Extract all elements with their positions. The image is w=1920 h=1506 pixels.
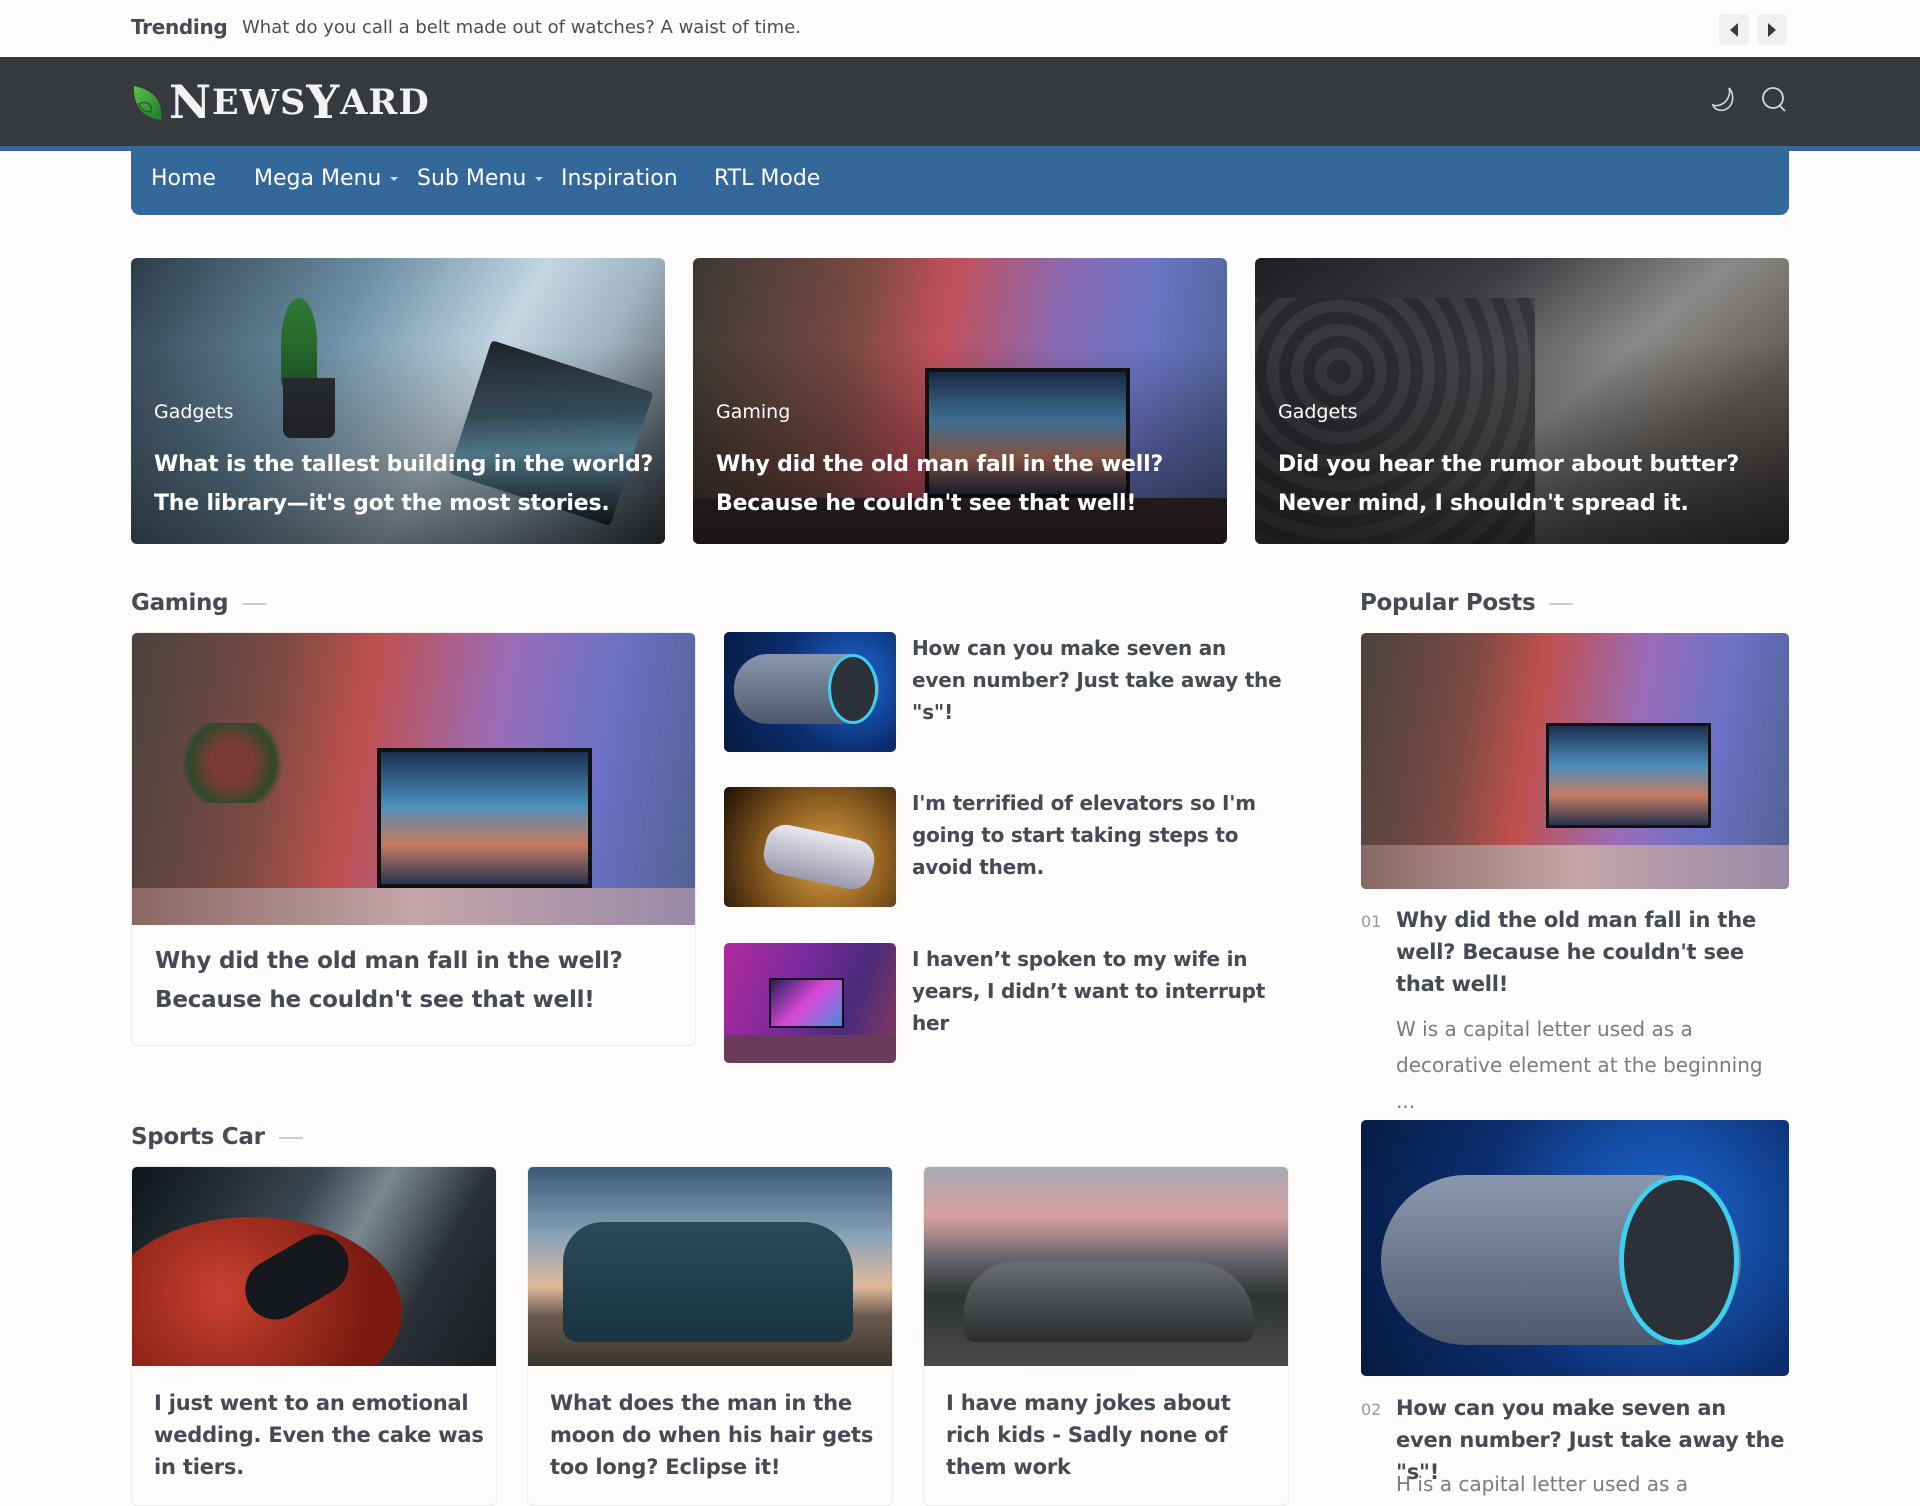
featured-image xyxy=(132,633,695,925)
moon-icon[interactable] xyxy=(1710,85,1740,115)
post-rank: 01 xyxy=(1361,912,1382,931)
car-body-image xyxy=(563,1222,853,1342)
sports-card-title[interactable]: I just went to an emotional wedding. Eve… xyxy=(154,1387,484,1483)
desk-image xyxy=(724,1035,896,1063)
heading-divider xyxy=(242,602,267,605)
site-logo[interactable]: N EWS Y ARD xyxy=(131,77,430,127)
logo-text-ews: EWS xyxy=(212,81,307,123)
nav-label: Home xyxy=(151,166,216,191)
sports-card[interactable]: What does the man in the moon do when hi… xyxy=(527,1166,893,1506)
monitor-image xyxy=(377,748,592,888)
logo-text-n: N xyxy=(169,75,213,129)
nav-label: RTL Mode xyxy=(714,166,821,191)
hero-title[interactable]: What is the tallest building in the worl… xyxy=(154,445,654,523)
nav-label: Sub Menu xyxy=(417,166,527,191)
caret-right-icon xyxy=(1768,22,1776,37)
nav-label: Inspiration xyxy=(561,166,678,191)
hero-title[interactable]: Did you hear the rumor about butter? Nev… xyxy=(1278,445,1778,523)
controller-image xyxy=(760,821,878,893)
caret-left-icon xyxy=(1730,22,1738,37)
section-heading-sports-car: Sports Car xyxy=(131,1124,303,1150)
leaf-logo-icon xyxy=(133,86,162,120)
popular-post-excerpt: H is a capital letter used as a xyxy=(1396,1472,1689,1496)
nav-item-home[interactable]: Home xyxy=(151,166,216,191)
main-nav: Home Mega Menu Sub Menu Inspiration RTL … xyxy=(131,146,1789,215)
list-item-title[interactable]: How can you make seven an even number? J… xyxy=(912,632,1282,728)
car-body-image xyxy=(964,1262,1254,1342)
list-item-title[interactable]: I'm terrified of elevators so I'm going … xyxy=(912,787,1282,883)
hero-category[interactable]: Gadgets xyxy=(1278,401,1358,423)
section-title: Gaming xyxy=(131,590,229,616)
sports-card-title[interactable]: What does the man in the moon do when hi… xyxy=(550,1387,880,1483)
section-heading-popular: Popular Posts xyxy=(1360,590,1574,616)
list-thumbnail[interactable] xyxy=(724,943,896,1063)
trending-headline[interactable]: What do you call a belt made out of watc… xyxy=(242,17,801,38)
list-thumbnail[interactable] xyxy=(724,787,896,907)
hero-card[interactable]: Gadgets Did you hear the rumor about but… xyxy=(1255,258,1789,544)
sports-card[interactable]: I have many jokes about rich kids - Sadl… xyxy=(923,1166,1289,1506)
hero-category[interactable]: Gaming xyxy=(716,401,790,423)
nav-label: Mega Menu xyxy=(254,166,382,191)
hero-category[interactable]: Gadgets xyxy=(154,401,234,423)
popular-image[interactable] xyxy=(1361,633,1789,889)
gaming-setup-image xyxy=(769,978,844,1028)
trending-prev-button[interactable] xyxy=(1719,14,1749,45)
car-image xyxy=(924,1167,1288,1366)
section-heading-gaming: Gaming xyxy=(131,590,267,616)
trending-bar: Trending What do you call a belt made ou… xyxy=(0,0,1920,56)
nav-item-sub-menu[interactable]: Sub Menu xyxy=(417,166,544,191)
trending-label: Trending xyxy=(131,15,228,39)
post-rank: 02 xyxy=(1361,1400,1382,1419)
speaker-ring-image xyxy=(828,654,878,724)
heading-divider xyxy=(278,1136,303,1139)
chevron-down-icon xyxy=(535,177,544,181)
hero-card[interactable]: Gaming Why did the old man fall in the w… xyxy=(693,258,1227,544)
nav-item-rtl-mode[interactable]: RTL Mode xyxy=(714,166,820,191)
desk-image xyxy=(132,888,695,925)
popular-image[interactable] xyxy=(1361,1120,1789,1376)
section-title: Sports Car xyxy=(131,1124,265,1150)
nav-item-mega-menu[interactable]: Mega Menu xyxy=(254,166,399,191)
search-icon[interactable] xyxy=(1760,85,1790,115)
desk-image xyxy=(1361,845,1789,889)
hero-card[interactable]: Gadgets What is the tallest building in … xyxy=(131,258,665,544)
section-title: Popular Posts xyxy=(1360,590,1536,616)
logo-text-ard: ARD xyxy=(340,81,430,123)
popular-post-title[interactable]: Why did the old man fall in the well? Be… xyxy=(1396,904,1786,1000)
gaming-featured-card[interactable]: Why did the old man fall in the well? Be… xyxy=(131,632,696,1046)
speaker-ring-image xyxy=(1619,1175,1739,1345)
car-image xyxy=(132,1167,496,1366)
logo-text-y: Y xyxy=(306,75,341,129)
heading-divider xyxy=(1549,602,1574,605)
chevron-down-icon xyxy=(390,177,399,181)
nav-item-inspiration[interactable]: Inspiration xyxy=(561,166,678,191)
site-header: N EWS Y ARD xyxy=(0,57,1920,151)
list-thumbnail[interactable] xyxy=(724,632,896,752)
hero-title[interactable]: Why did the old man fall in the well? Be… xyxy=(716,445,1216,523)
sports-card[interactable]: I just went to an emotional wedding. Eve… xyxy=(131,1166,497,1506)
car-image xyxy=(528,1167,892,1366)
list-item-title[interactable]: I haven’t spoken to my wife in years, I … xyxy=(912,943,1282,1039)
trending-next-button[interactable] xyxy=(1757,14,1787,45)
featured-title[interactable]: Why did the old man fall in the well? Be… xyxy=(155,942,675,1020)
popular-post-excerpt: W is a capital letter used as a decorati… xyxy=(1396,1017,1763,1113)
flowers-image xyxy=(172,723,292,803)
monitor-image xyxy=(1546,723,1711,828)
sports-card-title[interactable]: I have many jokes about rich kids - Sadl… xyxy=(946,1387,1276,1483)
